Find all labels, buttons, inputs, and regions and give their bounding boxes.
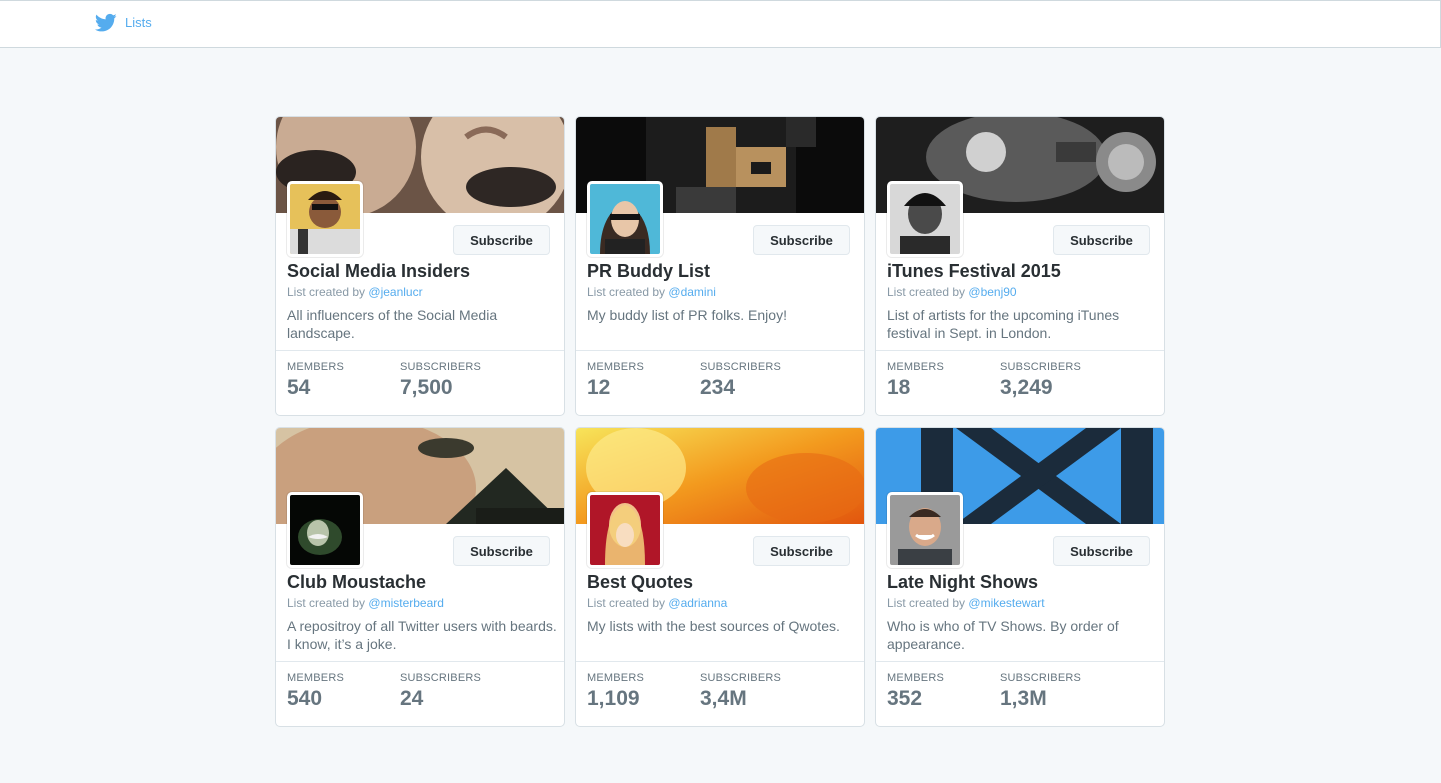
list-owner-avatar[interactable] (587, 181, 663, 257)
members-label: MEMBERS (587, 672, 645, 684)
subscribers-count: 234 (700, 376, 736, 399)
list-description: My buddy list of PR folks. Enjoy! (587, 307, 787, 323)
subscribe-button[interactable]: Subscribe (1053, 225, 1150, 255)
list-description: My lists with the best sources of Qwotes… (587, 618, 840, 634)
subscribers-stat[interactable]: SUBSCRIBERS 24 (400, 672, 481, 711)
members-label: MEMBERS (287, 361, 345, 373)
list-stats: MEMBERS 12 SUBSCRIBERS 234 (576, 350, 864, 415)
list-card[interactable]: Subscribe Club Moustache List created by… (275, 427, 565, 727)
members-count: 352 (887, 687, 923, 710)
creator-handle-link[interactable]: @benj90 (968, 285, 1016, 299)
subscribers-count: 7,500 (400, 376, 453, 399)
lists-nav-label: Lists (125, 15, 152, 30)
subscribe-button[interactable]: Subscribe (453, 225, 550, 255)
top-navigation-bar: Lists (0, 0, 1441, 48)
subscribers-stat[interactable]: SUBSCRIBERS 1,3M (1000, 672, 1081, 711)
list-created-by: List created by @mikestewart (887, 596, 1045, 610)
created-by-label: List created by (587, 596, 666, 610)
members-label: MEMBERS (887, 672, 945, 684)
members-count: 18 (887, 376, 911, 399)
subscribers-stat[interactable]: SUBSCRIBERS 3,249 (1000, 361, 1081, 400)
list-card[interactable]: Subscribe iTunes Festival 2015 List crea… (875, 116, 1165, 416)
subscribers-label: SUBSCRIBERS (700, 672, 782, 684)
members-label: MEMBERS (887, 361, 945, 373)
twitter-bird-icon (95, 13, 117, 32)
list-owner-avatar[interactable] (287, 492, 363, 568)
created-by-label: List created by (887, 285, 966, 299)
creator-handle-link[interactable]: @misterbeard (368, 596, 444, 610)
lists-home-link[interactable]: Lists (95, 13, 152, 33)
subscribe-button[interactable]: Subscribe (753, 225, 850, 255)
list-owner-avatar[interactable] (887, 181, 963, 257)
subscribers-count: 3,4M (700, 687, 747, 710)
list-card[interactable]: Subscribe Social Media Insiders List cre… (275, 116, 565, 416)
list-owner-avatar[interactable] (887, 492, 963, 568)
list-card[interactable]: Subscribe PR Buddy List List created by … (575, 116, 865, 416)
created-by-label: List created by (887, 596, 966, 610)
list-owner-avatar[interactable] (587, 492, 663, 568)
list-owner-avatar[interactable] (287, 181, 363, 257)
subscribers-label: SUBSCRIBERS (1000, 672, 1082, 684)
subscribers-stat[interactable]: SUBSCRIBERS 234 (700, 361, 781, 400)
members-label: MEMBERS (287, 672, 345, 684)
subscribers-stat[interactable]: SUBSCRIBERS 3,4M (700, 672, 781, 711)
list-stats: MEMBERS 18 SUBSCRIBERS 3,249 (876, 350, 1164, 415)
members-stat[interactable]: MEMBERS 540 (287, 672, 344, 711)
list-description: List of artists for the upcoming iTunes … (887, 307, 1120, 341)
subscribers-count: 1,3M (1000, 687, 1047, 710)
list-description: A repositroy of all Twitter users with b… (287, 618, 557, 652)
list-stats: MEMBERS 1,109 SUBSCRIBERS 3,4M (576, 661, 864, 726)
members-count: 1,109 (587, 687, 640, 710)
members-stat[interactable]: MEMBERS 12 (587, 361, 644, 400)
list-card[interactable]: Subscribe Best Quotes List created by @a… (575, 427, 865, 727)
subscribe-button[interactable]: Subscribe (453, 536, 550, 566)
list-title[interactable]: Best Quotes (587, 572, 693, 593)
created-by-label: List created by (287, 596, 366, 610)
list-created-by: List created by @benj90 (887, 285, 1017, 299)
subscribers-label: SUBSCRIBERS (700, 361, 782, 373)
subscribers-label: SUBSCRIBERS (400, 672, 482, 684)
list-title[interactable]: PR Buddy List (587, 261, 710, 282)
list-stats: MEMBERS 54 SUBSCRIBERS 7,500 (276, 350, 564, 415)
subscribe-button[interactable]: Subscribe (753, 536, 850, 566)
creator-handle-link[interactable]: @adrianna (668, 596, 727, 610)
subscribers-count: 24 (400, 687, 424, 710)
subscribers-stat[interactable]: SUBSCRIBERS 7,500 (400, 361, 481, 400)
members-count: 540 (287, 687, 323, 710)
created-by-label: List created by (587, 285, 666, 299)
list-title[interactable]: Social Media Insiders (287, 261, 470, 282)
members-count: 12 (587, 376, 611, 399)
list-created-by: List created by @damini (587, 285, 716, 299)
list-card[interactable]: Subscribe Late Night Shows List created … (875, 427, 1165, 727)
subscribers-label: SUBSCRIBERS (1000, 361, 1082, 373)
members-stat[interactable]: MEMBERS 18 (887, 361, 944, 400)
members-stat[interactable]: MEMBERS 54 (287, 361, 344, 400)
list-stats: MEMBERS 352 SUBSCRIBERS 1,3M (876, 661, 1164, 726)
list-description: Who is who of TV Shows. By order of appe… (887, 618, 1119, 652)
members-stat[interactable]: MEMBERS 352 (887, 672, 944, 711)
list-description: All influencers of the Social Media land… (287, 307, 498, 341)
list-created-by: List created by @adrianna (587, 596, 727, 610)
list-title[interactable]: iTunes Festival 2015 (887, 261, 1061, 282)
subscribers-label: SUBSCRIBERS (400, 361, 482, 373)
creator-handle-link[interactable]: @mikestewart (968, 596, 1044, 610)
creator-handle-link[interactable]: @jeanlucr (368, 285, 422, 299)
subscribers-count: 3,249 (1000, 376, 1053, 399)
list-created-by: List created by @jeanlucr (287, 285, 423, 299)
members-stat[interactable]: MEMBERS 1,109 (587, 672, 644, 711)
creator-handle-link[interactable]: @damini (668, 285, 716, 299)
members-label: MEMBERS (587, 361, 645, 373)
created-by-label: List created by (287, 285, 366, 299)
list-title[interactable]: Late Night Shows (887, 572, 1038, 593)
members-count: 54 (287, 376, 311, 399)
list-stats: MEMBERS 540 SUBSCRIBERS 24 (276, 661, 564, 726)
list-title[interactable]: Club Moustache (287, 572, 426, 593)
list-created-by: List created by @misterbeard (287, 596, 444, 610)
subscribe-button[interactable]: Subscribe (1053, 536, 1150, 566)
lists-grid: Subscribe Social Media Insiders List cre… (275, 116, 1166, 727)
